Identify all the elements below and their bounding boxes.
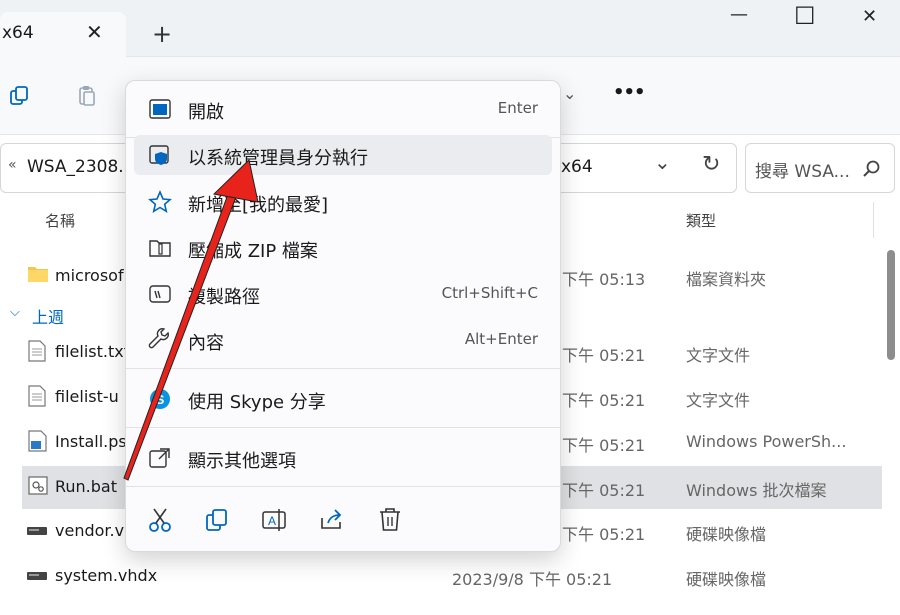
text-file-icon [28, 340, 46, 362]
search-icon[interactable] [862, 159, 882, 179]
menu-separator [126, 427, 560, 428]
file-date: 下午 05:21 [562, 346, 646, 365]
menu-item-label: 複製路徑 [188, 287, 260, 308]
rename-icon[interactable]: A [260, 506, 288, 534]
group-collapse-icon[interactable]: ⌵ [10, 305, 20, 320]
column-header-name[interactable]: 名稱 [45, 210, 75, 231]
file-date: 2023/9/8 下午 05:21 [452, 570, 613, 589]
file-type: Windows 批次檔案 [686, 481, 827, 500]
menu-item-label: 新增至[我的最愛] [188, 195, 329, 216]
breadcrumb-overflow-icon[interactable]: « [8, 157, 17, 173]
menu-item-add-favorites[interactable]: 新增至[我的最愛] [134, 182, 552, 222]
file-type: 硬碟映像檔 [686, 570, 767, 589]
scrollbar-thumb[interactable] [887, 250, 895, 360]
more-options-icon [149, 448, 170, 468]
menu-item-label: 壓縮成 ZIP 檔案 [188, 241, 318, 262]
copy-path-icon [149, 285, 171, 303]
text-file-icon [28, 385, 46, 407]
menu-separator [126, 368, 560, 369]
file-name[interactable]: microsof [55, 266, 124, 285]
sort-dropdown-icon[interactable]: ⌄ [563, 84, 576, 103]
wrench-icon [148, 328, 169, 349]
menu-item-copy-path[interactable]: 複製路徑 Ctrl+Shift+C [134, 274, 552, 314]
file-date: 下午 05:21 [562, 436, 646, 455]
maximize-button[interactable]: ☐ [794, 2, 816, 30]
batch-file-icon [28, 476, 48, 495]
tab-close-button[interactable]: ✕ [86, 20, 103, 44]
new-tab-button[interactable]: + [152, 20, 172, 48]
paste-icon[interactable] [76, 84, 100, 108]
disk-image-icon [27, 572, 47, 580]
open-icon [149, 99, 171, 119]
zip-icon [149, 240, 171, 257]
menu-item-label: 以系統管理員身分執行 [188, 148, 368, 169]
menu-item-open[interactable]: 開啟 Enter [134, 89, 552, 129]
powershell-file-icon [28, 430, 47, 452]
breadcrumb-current[interactable]: x64 [561, 157, 593, 177]
title-bar [0, 0, 900, 57]
column-header-type[interactable]: 類型 [686, 210, 716, 231]
file-type: 檔案資料夾 [686, 270, 767, 289]
disk-image-icon [27, 527, 47, 535]
refresh-icon[interactable]: ↻ [702, 152, 720, 177]
file-name[interactable]: vendor.v [55, 521, 124, 540]
menu-item-skype-share[interactable]: S 使用 Skype 分享 [134, 379, 552, 419]
file-type: Windows PowerSh... [686, 432, 847, 451]
file-type: 硬碟映像檔 [686, 525, 767, 544]
menu-item-label: 顯示其他選項 [188, 451, 296, 472]
column-divider[interactable] [873, 202, 874, 238]
file-type: 文字文件 [686, 391, 751, 410]
menu-item-compress-zip[interactable]: 壓縮成 ZIP 檔案 [134, 228, 552, 268]
star-icon [148, 190, 172, 213]
menu-item-label: 使用 Skype 分享 [188, 392, 326, 413]
minimize-button[interactable]: — [730, 4, 748, 25]
file-date: 下午 05:21 [562, 391, 646, 410]
menu-item-shortcut: Alt+Enter [464, 330, 538, 348]
file-name[interactable]: system.vhdx [55, 566, 157, 585]
menu-item-label: 內容 [188, 333, 224, 354]
file-name[interactable]: filelist-u [55, 387, 119, 406]
tab-title: x64 [2, 23, 34, 43]
file-name[interactable]: filelist.txt [55, 342, 130, 361]
menu-separator [126, 486, 560, 487]
folder-icon [28, 267, 48, 282]
file-name[interactable]: Install.ps [55, 432, 127, 451]
context-menu: 開啟 Enter 以系統管理員身分執行 新增至[我的最愛] 壓縮成 ZIP 檔案… [125, 80, 561, 552]
share-icon[interactable] [318, 506, 346, 534]
breadcrumb-start[interactable]: WSA_2308. [27, 157, 124, 177]
file-date: 下午 05:13 [562, 270, 646, 289]
copy-icon[interactable] [8, 84, 32, 108]
file-date: 下午 05:21 [562, 525, 646, 544]
file-date: 下午 05:21 [562, 481, 646, 500]
copy-icon[interactable] [203, 506, 231, 534]
shield-icon [149, 145, 169, 165]
menu-item-shortcut: Enter [497, 99, 538, 117]
svg-text:A: A [268, 514, 276, 528]
group-header-last-week[interactable]: 上週 [32, 304, 64, 328]
menu-item-properties[interactable]: 內容 Alt+Enter [134, 320, 552, 360]
menu-item-shortcut: Ctrl+Shift+C [441, 284, 538, 302]
menu-item-run-as-admin[interactable]: 以系統管理員身分執行 [134, 135, 552, 175]
delete-icon[interactable] [376, 506, 404, 534]
more-icon[interactable]: ••• [613, 82, 646, 103]
search-placeholder: 搜尋 WSA... [755, 162, 850, 182]
close-button[interactable]: ✕ [862, 6, 877, 27]
file-name[interactable]: Run.bat [55, 477, 117, 496]
address-dropdown-icon[interactable]: ⌄ [654, 150, 671, 174]
file-type: 文字文件 [686, 346, 751, 365]
skype-icon: S [150, 389, 170, 409]
menu-item-label: 開啟 [188, 102, 224, 123]
menu-item-show-more-options[interactable]: 顯示其他選項 [134, 438, 552, 478]
cut-icon[interactable] [146, 506, 174, 534]
svg-text:S: S [156, 392, 165, 407]
